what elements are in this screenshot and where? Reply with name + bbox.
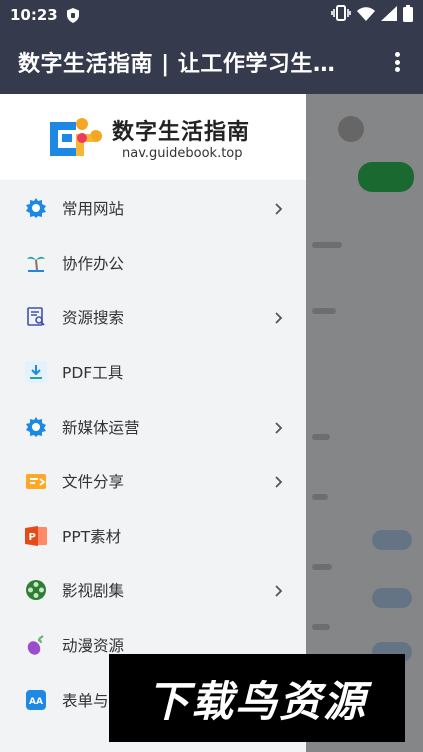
menu-item-label: 动漫资源 [62, 637, 125, 656]
shield-icon [66, 7, 80, 23]
form-aa-icon: AA [24, 688, 48, 712]
menu-item-label: 资源搜索 [62, 309, 125, 328]
menu-item-label: 文件分享 [62, 473, 125, 492]
menu-item-资源搜索[interactable]: 资源搜索 [0, 290, 306, 345]
palm-tree-icon [24, 251, 48, 275]
menu-item-label: PDF工具 [62, 364, 124, 383]
status-bar: 10:23 [0, 0, 423, 30]
menu-item-常用网站[interactable]: 常用网站 [0, 181, 306, 236]
chevron-right-icon [274, 474, 284, 488]
logo-title: 数字生活指南 [112, 119, 251, 145]
wifi-icon [357, 6, 375, 25]
logo-subtitle: nav.guidebook.top [122, 145, 243, 161]
battery-icon [403, 4, 413, 26]
menu-item-label: 表单与 [62, 691, 109, 710]
menu-item-label: 影视剧集 [62, 582, 125, 601]
svg-text:P: P [29, 532, 36, 543]
vibrate-icon [331, 5, 351, 25]
watermark-banner: 下载鸟资源 [109, 654, 405, 742]
menu-item-label: 协作办公 [62, 254, 125, 273]
status-time: 10:23 [10, 6, 58, 24]
folder-share-icon [24, 469, 48, 493]
menu-item-文件分享[interactable]: 文件分享 [0, 454, 306, 509]
chevron-right-icon [274, 310, 284, 325]
menu-item-影视剧集[interactable]: 影视剧集 [0, 563, 306, 618]
app-title: 数字生活指南 | 让工作学习生… [18, 52, 336, 77]
chevron-right-icon [274, 583, 284, 598]
svg-text:AA: AA [29, 697, 43, 707]
eggplant-icon [24, 633, 48, 657]
menu-item-label: PPT素材 [62, 527, 122, 546]
film-reel-icon [24, 578, 48, 602]
menu-item-label: 新媒体运营 [62, 418, 140, 437]
menu-item-pdf工具[interactable]: PDF工具 [0, 345, 306, 400]
more-options-icon[interactable] [389, 50, 405, 74]
signal-icon [381, 5, 397, 25]
gear-icon [24, 196, 48, 220]
gear-icon [24, 415, 48, 439]
drawer-header: 数字生活指南 nav.guidebook.top [0, 94, 306, 181]
menu-item-协作办公[interactable]: 协作办公 [0, 236, 306, 291]
document-search-icon [24, 305, 48, 329]
chevron-right-icon [274, 201, 284, 215]
chevron-right-icon [274, 420, 284, 434]
menu-item-label: 常用网站 [62, 200, 125, 219]
app-bar: 数字生活指南 | 让工作学习生… [0, 30, 423, 94]
status-icons [331, 4, 413, 26]
pdf-tool-icon [24, 360, 48, 384]
logo-icon [46, 112, 108, 162]
menu-item-ppt素材[interactable]: P PPT素材 [0, 509, 306, 564]
menu-item-新媒体运营[interactable]: 新媒体运营 [0, 399, 306, 454]
powerpoint-icon: P [24, 524, 48, 548]
